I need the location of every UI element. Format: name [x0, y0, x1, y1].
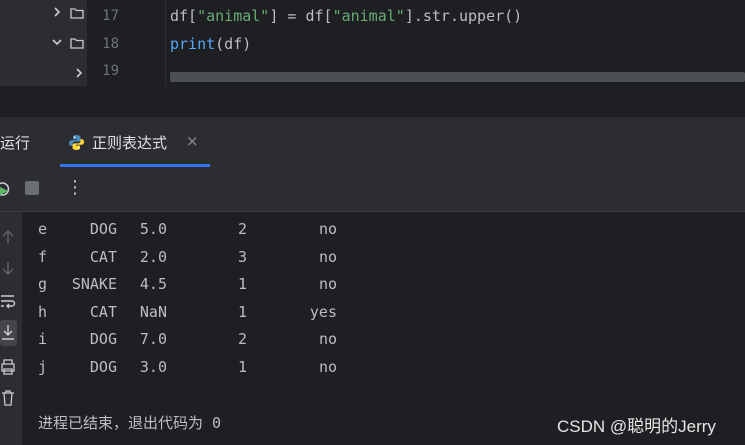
tree-row-expandable[interactable] [0, 0, 87, 24]
code-line[interactable]: df["animal"] = df["animal"].str.upper() [170, 7, 522, 25]
row-cell: no [318, 275, 337, 293]
row-cell: no [318, 247, 337, 266]
row-cell: 7.0 [139, 330, 167, 348]
row-cell: 4.5 [139, 275, 167, 293]
arrow-down-icon[interactable] [0, 259, 16, 277]
row-cell: 1 [237, 302, 247, 321]
row-cell: CAT [89, 247, 117, 266]
scroll-to-end-toggle[interactable] [0, 320, 17, 346]
row-cell: CAT [89, 302, 117, 321]
row-cell: 5.0 [139, 220, 167, 238]
code-token-plain: ] = df[ [269, 7, 333, 25]
chevron-right-icon[interactable] [72, 66, 86, 80]
row-index: h [38, 302, 48, 321]
code-token-plain: ].str.upper() [404, 7, 523, 25]
code-token-plain: df[ [170, 7, 198, 25]
console-row: e DOG 5.0 2 no [22, 220, 422, 240]
chevron-down-icon[interactable] [50, 35, 64, 49]
row-cell: no [318, 357, 337, 376]
console-row: h CAT NaN 1 yes [22, 303, 422, 323]
code-token-plain: (df) [215, 35, 252, 53]
code-editor[interactable]: 17 18 19 df["animal"] = df["animal"].str… [87, 0, 745, 86]
run-toolbar [0, 167, 745, 212]
print-icon[interactable] [0, 358, 16, 376]
arrow-up-icon[interactable] [0, 228, 16, 246]
tree-row-child[interactable] [0, 62, 87, 86]
row-cell: DOG [89, 330, 117, 348]
row-cell: NaN [139, 302, 167, 321]
row-cell: 3.0 [139, 357, 167, 376]
console-row: j DOG 3.0 1 no [22, 358, 422, 378]
code-token-fn: print [170, 35, 216, 53]
row-cell: DOG [89, 220, 117, 238]
more-options-icon[interactable]: ⋮ [66, 177, 84, 198]
trash-icon[interactable] [0, 389, 16, 407]
row-cell: no [318, 330, 337, 348]
console-row: i DOG 7.0 2 no [22, 330, 422, 350]
row-index: j [38, 357, 48, 376]
line-number: 19 [102, 63, 119, 79]
tree-row-expanded[interactable] [0, 30, 87, 54]
stop-icon[interactable] [25, 181, 39, 195]
tab-run-config[interactable]: 正则表达式 × [60, 118, 210, 167]
row-cell: DOG [89, 357, 117, 376]
row-index: f [38, 247, 48, 266]
console-output[interactable]: e DOG 5.0 2 no f CAT 2.0 3 no g SNAKE 4.5 1 no h CAT NaN 1… [22, 212, 745, 445]
chevron-right-icon[interactable] [50, 5, 64, 19]
row-cell: 2 [237, 220, 247, 238]
editor-bottom-spacer [0, 86, 745, 117]
code-token-str: "animal" [197, 7, 270, 25]
row-index: i [38, 330, 48, 348]
row-cell: 1 [237, 275, 247, 293]
row-cell: 2 [237, 330, 247, 348]
python-icon [68, 134, 85, 151]
row-cell: yes [309, 302, 337, 321]
code-token-str: "animal" [332, 7, 405, 25]
editor-horizontal-scrollbar[interactable] [170, 72, 745, 82]
code-line[interactable]: print(df) [170, 35, 251, 53]
row-index: e [38, 220, 48, 238]
row-index: g [38, 275, 48, 293]
folder-icon [70, 5, 84, 19]
rerun-icon[interactable] [0, 181, 10, 201]
run-window-title: 运行 [0, 134, 31, 152]
row-cell: SNAKE [71, 275, 117, 293]
line-number-gutter: 17 18 19 [87, 0, 166, 86]
row-cell: 3 [237, 247, 247, 266]
line-number: 18 [102, 36, 119, 52]
console-row: f CAT 2.0 3 no [22, 248, 422, 268]
line-number: 17 [102, 8, 119, 24]
soft-wrap-icon[interactable] [0, 292, 16, 310]
row-cell: 2.0 [139, 247, 167, 266]
row-cell: 1 [237, 357, 247, 376]
watermark: CSDN @聪明的Jerry [557, 417, 716, 436]
process-exit-message: 进程已结束，退出代码为 0 [38, 414, 222, 432]
close-icon[interactable]: × [186, 132, 199, 150]
folder-icon [70, 35, 84, 49]
console-row: g SNAKE 4.5 1 no [22, 275, 422, 295]
row-cell: no [318, 220, 337, 238]
tab-label: 正则表达式 [92, 134, 168, 152]
